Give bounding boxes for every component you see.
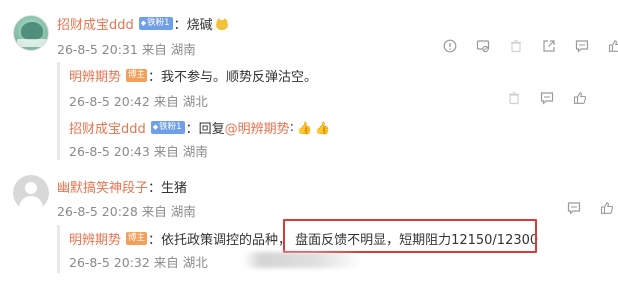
annotation-highlight-box: [283, 219, 537, 253]
comment-1-header: 招财成宝ddd ◆ 铁粉1 ： 烧碱: [57, 14, 229, 33]
like-icon[interactable]: [600, 201, 614, 215]
reply-meta: 26-8-5 20:32 来自 湖北: [69, 255, 208, 270]
reply-username[interactable]: 明辨期势: [69, 66, 121, 85]
reply-prefix: 回复: [198, 122, 225, 137]
separator: ：: [148, 233, 162, 248]
comment-meta: 26-8-5 20:28 来自 湖南: [57, 204, 196, 219]
comment-icon[interactable]: [540, 91, 554, 105]
blurred-overlay: [243, 252, 363, 268]
separator: ：: [148, 181, 162, 196]
block-icon[interactable]: [476, 39, 490, 53]
separator: ：: [185, 122, 199, 137]
comment-1-actions: [424, 39, 618, 53]
thumbs-up-emoji-icon: 👍: [314, 120, 330, 135]
comment-2-actions: [548, 201, 614, 215]
comment-username[interactable]: 幽默搞笑神段子: [57, 177, 148, 196]
avatar[interactable]: [13, 15, 49, 51]
delete-icon[interactable]: [507, 91, 521, 105]
comment-icon[interactable]: [567, 201, 581, 215]
comment-username[interactable]: 招财成宝ddd: [57, 14, 134, 33]
reply-text: 依托政策调控的品种，: [161, 233, 292, 248]
reply-username[interactable]: 招财成宝ddd: [69, 118, 146, 137]
fan-badge[interactable]: ◆ 铁粉1: [138, 17, 173, 30]
reply-1-actions: [488, 91, 587, 105]
reply-meta: 26-8-5 20:42 来自 湖北: [69, 94, 208, 109]
report-icon[interactable]: [443, 39, 457, 53]
comment-text: 烧碱: [186, 18, 213, 33]
separator: ：: [148, 70, 162, 85]
comment-text: 生猪: [161, 181, 188, 196]
avatar[interactable]: [13, 175, 49, 211]
blogger-badge: 博主: [126, 69, 148, 82]
comment-meta: 26-8-5 20:31 来自 湖南: [57, 42, 196, 57]
like-icon[interactable]: [573, 91, 587, 105]
share-icon[interactable]: [542, 39, 556, 53]
reply-text: 我不参与。顺势反弹沽空。: [161, 70, 318, 85]
fan-badge[interactable]: ◆ 铁粉1: [150, 121, 185, 134]
diamond-icon: ◆: [140, 19, 147, 27]
reply-username[interactable]: 明辨期势: [69, 229, 121, 248]
fan-badge-label: 铁粉1: [147, 18, 170, 28]
reply-1-header: 明辨期势 博主 ： 我不参与。顺势反弹沽空。: [69, 66, 317, 85]
diamond-icon: ◆: [152, 123, 159, 131]
thumbs-up-emoji-icon: 👍: [297, 120, 312, 135]
mention-link[interactable]: @明辨期势: [225, 118, 290, 137]
reply-2-header: 招财成宝ddd ◆ 铁粉1 ： 回复 @明辨期势 : 👍 👍: [69, 118, 330, 137]
comment-icon[interactable]: [575, 39, 589, 53]
fan-badge-label: 铁粉1: [159, 122, 182, 132]
reply-thread-bar: [57, 225, 60, 273]
separator: :: [289, 120, 295, 135]
reply-meta: 26-8-5 20:43 来自 湖南: [69, 144, 208, 159]
reply-thread-bar: [57, 62, 60, 160]
delete-icon[interactable]: [509, 39, 523, 53]
comment-2-header: 幽默搞笑神段子 ： 生猪: [57, 177, 187, 196]
separator: ：: [173, 18, 187, 33]
like-icon[interactable]: [608, 39, 618, 53]
blogger-badge: 博主: [126, 232, 148, 245]
cat-emoji-icon: [215, 17, 229, 30]
